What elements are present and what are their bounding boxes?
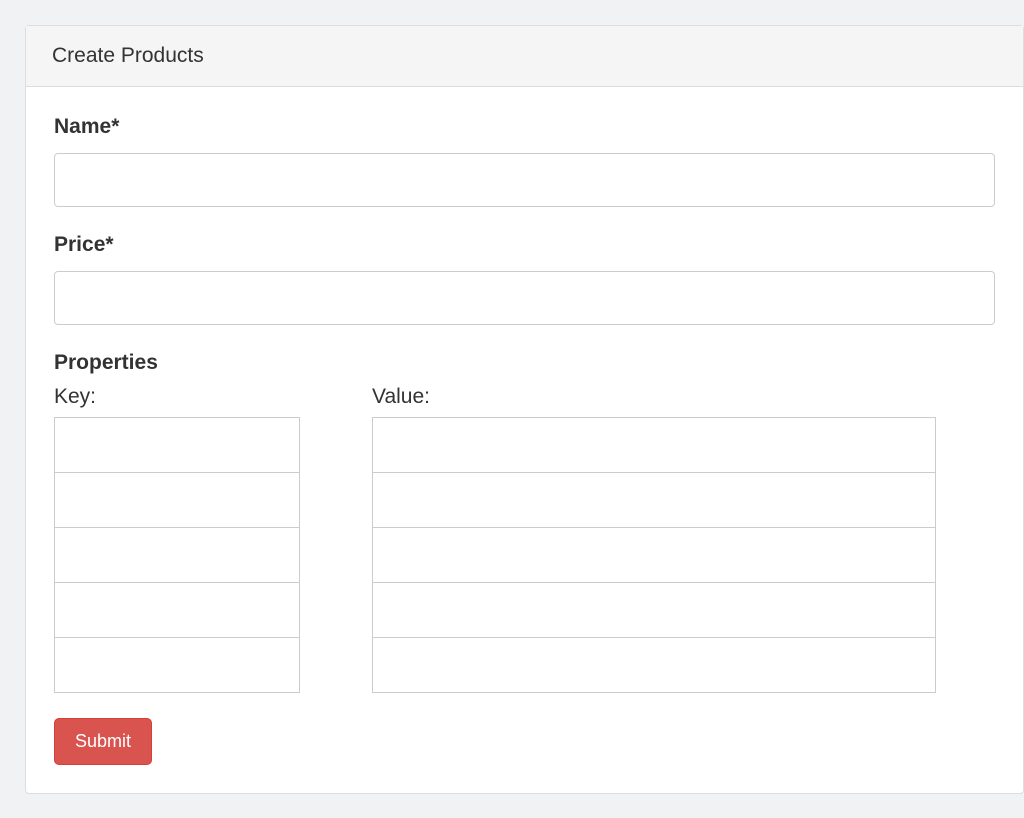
price-label: Price* [54, 233, 995, 257]
price-form-group: Price* [54, 233, 995, 325]
key-input-1[interactable] [54, 472, 300, 528]
key-input-0[interactable] [54, 417, 300, 473]
key-column: Key: [54, 385, 300, 692]
name-input[interactable] [54, 153, 995, 207]
properties-section: Properties Key: Value: [54, 351, 995, 692]
value-input-1[interactable] [372, 472, 936, 528]
create-products-panel: Create Products Name* Price* Properties … [25, 25, 1024, 794]
submit-button[interactable]: Submit [54, 718, 152, 765]
value-input-2[interactable] [372, 527, 936, 583]
properties-title: Properties [54, 351, 995, 375]
name-label: Name* [54, 115, 995, 139]
key-input-3[interactable] [54, 582, 300, 638]
value-input-3[interactable] [372, 582, 936, 638]
panel-body: Name* Price* Properties Key: [26, 87, 1023, 793]
panel-header: Create Products [26, 26, 1023, 87]
value-input-4[interactable] [372, 637, 936, 693]
value-column: Value: [372, 385, 936, 692]
price-input[interactable] [54, 271, 995, 325]
value-column-label: Value: [372, 385, 936, 409]
panel-title: Create Products [52, 44, 997, 68]
name-form-group: Name* [54, 115, 995, 207]
key-column-label: Key: [54, 385, 300, 409]
key-input-4[interactable] [54, 637, 300, 693]
key-input-2[interactable] [54, 527, 300, 583]
value-input-0[interactable] [372, 417, 936, 473]
properties-columns: Key: Value: [54, 385, 995, 692]
